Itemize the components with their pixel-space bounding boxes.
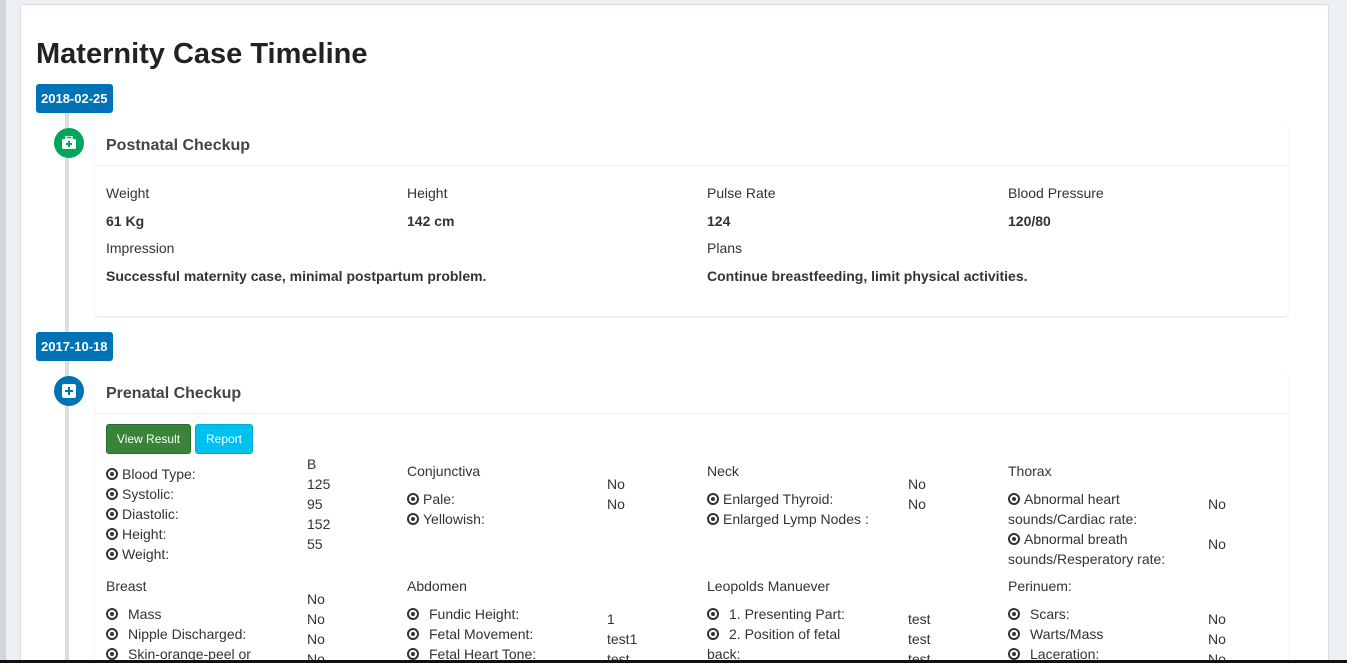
dot-circle-icon [707,513,719,525]
dot-circle-icon [407,608,419,620]
field-value: No [307,631,325,647]
field-label: sounds/Resperatory rate: [1008,551,1166,567]
view-result-button[interactable]: View Result [106,424,191,454]
postnatal-card: Postnatal Checkup [95,126,1288,316]
dot-circle-icon [407,628,419,640]
field-label: Mass [106,606,161,622]
field-value: No [307,611,325,627]
dot-circle-icon [1008,628,1020,640]
plans-value: Continue breastfeeding, limit physical a… [707,268,1028,284]
impression-label: Impression [106,240,175,256]
field-value: B [307,456,317,472]
dot-circle-icon [407,513,419,525]
dot-circle-icon [1008,648,1020,660]
field-label: sounds/Cardiac rate: [1008,511,1138,527]
impression-value: Successful maternity case, minimal postp… [106,268,487,284]
section-title: Perinuem: [1008,578,1072,594]
vital-label: Blood Pressure [1008,185,1104,201]
field-value: No [607,476,625,492]
field-value: No [1208,496,1226,512]
field-label: Yellowish: [407,511,485,527]
dot-circle-icon [106,468,118,480]
field-value: No [307,591,325,607]
field-label: Enlarged Lymp Nodes : [707,511,869,527]
field-label: Fundic Height: [407,606,519,622]
field-label: Weight: [106,546,169,562]
plans-label: Plans [707,240,743,256]
field-value: test [908,611,931,627]
field-label: Systolic: [106,486,174,502]
vital-label: Pulse Rate [707,185,776,201]
field-value: No [1208,536,1226,552]
dot-circle-icon [106,628,118,640]
field-label: Scars: [1008,606,1070,622]
dot-circle-icon [1008,493,1020,505]
field-value: No [1208,611,1226,627]
plus-square-icon [54,376,84,406]
field-value: 152 [307,516,331,532]
dot-circle-icon [106,508,118,520]
field-label: Pale: [407,491,455,507]
dot-circle-icon [106,488,118,500]
dot-circle-icon [707,493,719,505]
field-value: No [1208,631,1226,647]
dot-circle-icon [106,548,118,560]
page-left-edge [0,0,6,663]
section-title: Thorax [1008,463,1052,479]
dot-circle-icon [106,648,118,660]
field-label: 2. Position of fetal [707,626,840,642]
card-title: Prenatal Checkup [95,374,1288,414]
field-value: 125 [307,476,331,492]
dot-circle-icon [106,608,118,620]
field-label: Fetal Movement: [407,626,533,642]
vital-value: 120/80 [1008,213,1051,229]
report-button[interactable]: Report [195,424,253,454]
field-value: test [908,631,931,647]
field-value: 55 [307,536,323,552]
field-value: No [607,496,625,512]
field-value: test1 [607,631,638,647]
dot-circle-icon [106,528,118,540]
vital-value: 142 cm [407,213,455,229]
date-label: 2018-02-25 [36,84,113,113]
dot-circle-icon [407,648,419,660]
field-label: Diastolic: [106,506,179,522]
page-title: Maternity Case Timeline [36,38,368,70]
section-title: Leopolds Manuever [707,578,830,594]
card-title: Postnatal Checkup [95,126,1288,166]
medkit-icon [54,128,84,158]
dot-circle-icon [707,608,719,620]
field-label: Nipple Discharged: [106,626,246,642]
section-title: Conjunctiva [407,463,481,479]
field-label: Abnormal heart [1008,491,1120,507]
field-label: Enlarged Thyroid: [707,491,833,507]
section-title: Abdomen [407,578,467,594]
field-value: 1 [607,611,615,627]
dot-circle-icon [1008,533,1020,545]
field-value: 95 [307,496,323,512]
vital-value: 124 [707,213,731,229]
field-value: No [908,476,926,492]
field-label: 1. Presenting Part: [707,606,845,622]
vital-value: 61 Kg [106,213,145,229]
field-label: Blood Type: [106,466,196,482]
dot-circle-icon [407,493,419,505]
field-label: Abnormal breath [1008,531,1128,547]
vital-label: Height [407,185,448,201]
field-value: No [908,496,926,512]
dot-circle-icon [1008,608,1020,620]
date-label: 2017-10-18 [36,332,113,361]
vital-label: Weight [106,185,150,201]
field-label: Warts/Mass [1008,626,1103,642]
field-label: Height: [106,526,166,542]
section-title: Breast [106,578,147,594]
dot-circle-icon [707,628,719,640]
section-title: Neck [707,463,739,479]
